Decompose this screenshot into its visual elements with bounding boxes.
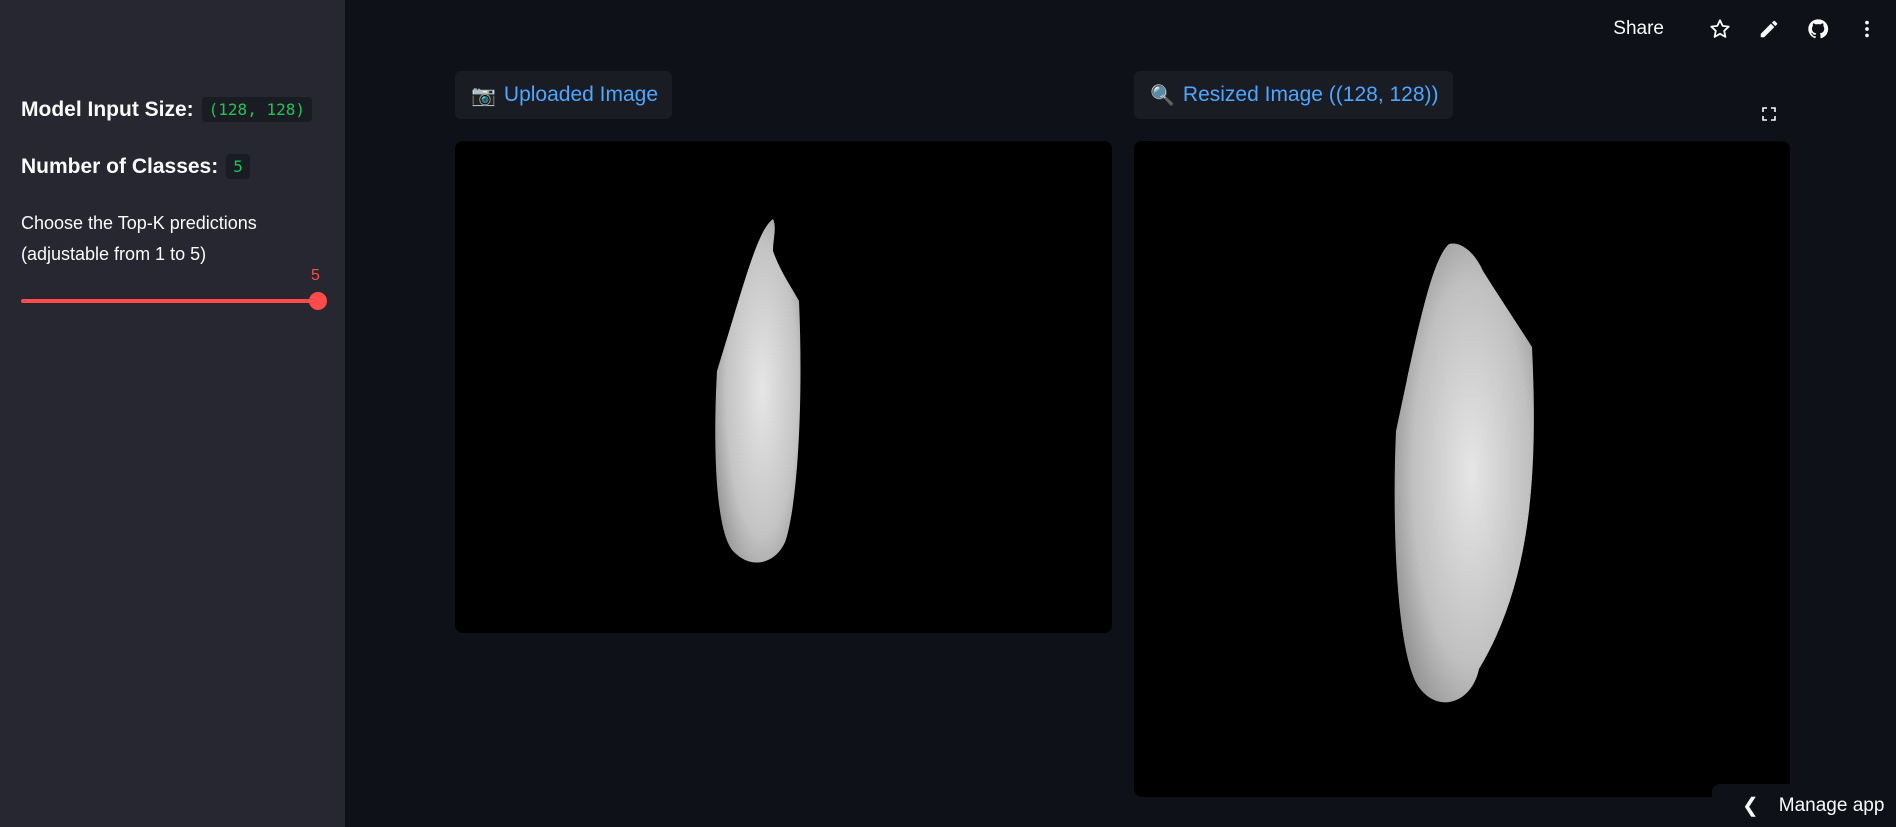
topk-description: Choose the Top-K predictions (adjustable… (21, 208, 321, 270)
fullscreen-button[interactable] (1749, 94, 1789, 134)
star-icon[interactable] (1703, 12, 1737, 46)
manage-app-button[interactable]: ❮ Manage app (1712, 784, 1896, 827)
resized-image-caption-text: Resized Image ((128, 128)) (1182, 83, 1439, 106)
resized-image (1134, 141, 1790, 797)
resized-image-caption: 🔍 Resized Image ((128, 128)) (1134, 71, 1453, 119)
uploaded-image-caption: 📷 Uploaded Image (455, 71, 673, 119)
pencil-icon[interactable] (1752, 12, 1786, 46)
slider-value: 5 (311, 267, 320, 284)
num-classes-value: 5 (226, 154, 250, 179)
magnifier-icon: 🔍 (1150, 84, 1175, 107)
topk-description-line2: (adjustable from 1 to 5) (21, 244, 207, 264)
sidebar: Model Input Size: (128, 128) Number of C… (0, 0, 345, 827)
top-toolbar: Share (1613, 12, 1884, 46)
rice-grain-resized-image (1394, 243, 1534, 703)
model-input-label: Model Input Size: (21, 97, 194, 121)
topk-slider-track[interactable] (21, 299, 318, 303)
model-input-value: (128, 128) (201, 97, 312, 122)
share-button[interactable]: Share (1613, 18, 1664, 40)
model-input-row: Model Input Size: (128, 128) (21, 97, 312, 122)
topk-slider-thumb[interactable] (309, 292, 327, 310)
chevron-left-icon: ❮ (1742, 795, 1759, 817)
fullscreen-icon (1762, 107, 1776, 121)
uploaded-image (455, 141, 1112, 633)
uploaded-image-caption-text: Uploaded Image (503, 83, 659, 106)
manage-app-label: Manage app (1778, 794, 1885, 816)
more-vertical-icon[interactable] (1850, 12, 1884, 46)
github-icon[interactable] (1801, 12, 1835, 46)
camera-icon: 📷 (471, 84, 496, 107)
rice-grain-image (715, 219, 801, 563)
topk-description-line1: Choose the Top-K predictions (21, 213, 257, 233)
num-classes-row: Number of Classes: 5 (21, 154, 250, 179)
num-classes-label: Number of Classes: (21, 154, 219, 178)
